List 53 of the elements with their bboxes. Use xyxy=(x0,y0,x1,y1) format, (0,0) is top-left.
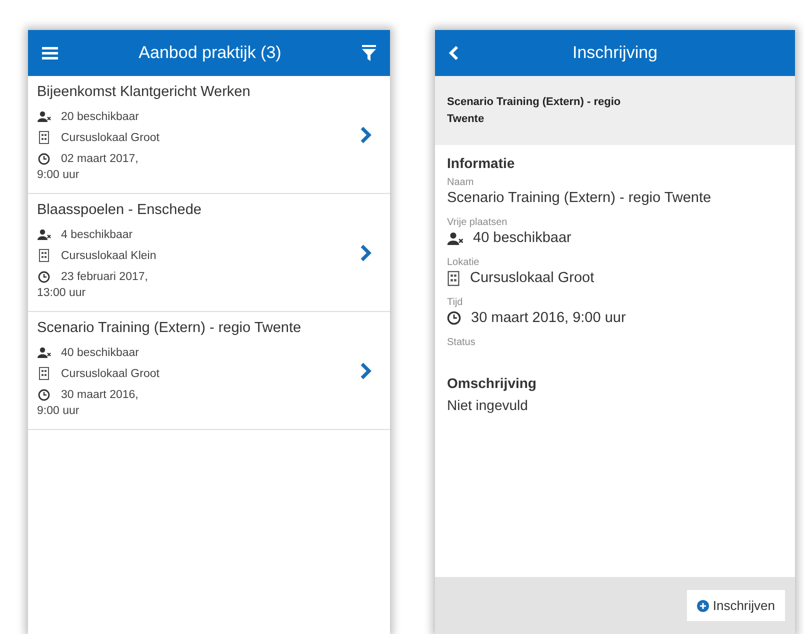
people-icon xyxy=(37,229,51,240)
chevron-right-icon[interactable] xyxy=(360,244,372,262)
section-heading: Omschrijving xyxy=(447,375,538,391)
filter-icon[interactable] xyxy=(362,45,376,61)
places-text: 4 beschikbaar xyxy=(61,228,133,240)
field-label: Vrije plaatsen xyxy=(447,217,508,228)
time-text: 9:00 uur xyxy=(37,169,80,181)
field-value: Scenario Training (Extern) - regio Twente xyxy=(447,190,712,206)
clock-icon xyxy=(37,270,51,282)
places-text: 40 beschikbaar xyxy=(61,346,139,358)
field-value: 30 maart 2016, 9:00 uur xyxy=(471,310,626,326)
clock-icon xyxy=(37,152,51,164)
places-text: 20 beschikbaar xyxy=(61,110,139,122)
field-label: Lokatie xyxy=(447,257,480,268)
menu-icon[interactable] xyxy=(42,46,58,60)
course-list-item[interactable]: Bijeenkomst Klantgericht Werken 20 beschikbaar Cursuslokaal Groot 02 maart 2017, 9:00 uur xyxy=(28,76,390,194)
field-label: Status xyxy=(447,337,476,348)
clock-icon xyxy=(37,388,51,400)
back-icon[interactable] xyxy=(449,45,459,61)
field-label: Tijd xyxy=(447,297,464,308)
plus-circle-icon xyxy=(696,600,709,612)
date-text: 30 maart 2016, xyxy=(61,388,138,400)
field-value: 40 beschikbaar xyxy=(473,230,572,246)
location-text: Cursuslokaal Groot xyxy=(61,368,160,380)
building-icon xyxy=(37,131,51,144)
building-icon xyxy=(447,270,460,286)
people-icon xyxy=(447,232,463,244)
screen-title: Aanbod praktijk (3) xyxy=(138,43,282,63)
chevron-right-icon[interactable] xyxy=(360,362,372,380)
date-text: 02 maart 2017, xyxy=(61,152,138,164)
course-list-item[interactable]: Blaasspoelen - Enschede 4 beschikbaar Cursuslokaal Klein 23 februari 2017, 13:00 uur xyxy=(28,194,390,312)
building-icon xyxy=(37,367,51,380)
time-text: 9:00 uur xyxy=(37,405,80,417)
section-heading: Informatie xyxy=(447,155,516,171)
course-title: Scenario Training (Extern) - regio Twente xyxy=(37,320,302,336)
chevron-right-icon[interactable] xyxy=(360,126,372,144)
field-label: Naam xyxy=(447,177,475,188)
course-title: Blaasspoelen - Enschede xyxy=(37,202,202,218)
enroll-button[interactable]: Inschrijven xyxy=(686,590,785,621)
people-icon xyxy=(37,111,51,122)
location-text: Cursuslokaal Klein xyxy=(61,250,156,262)
field-value: Cursuslokaal Groot xyxy=(470,270,594,286)
course-list-item[interactable]: Scenario Training (Extern) - regio Twente 40 beschikbaar Cursuslokaal Groot 30 maart 2016, 9:00 uur xyxy=(28,312,390,430)
people-icon xyxy=(37,347,51,358)
location-text: Cursuslokaal Groot xyxy=(61,132,160,144)
description-text: Niet ingevuld xyxy=(447,397,529,413)
time-text: 13:00 uur xyxy=(37,287,87,299)
clock-icon xyxy=(447,311,461,325)
date-text: 23 februari 2017, xyxy=(61,270,148,282)
course-title: Bijeenkomst Klantgericht Werken xyxy=(37,84,252,100)
building-icon xyxy=(37,249,51,262)
course-subtitle: Scenario Training (Extern) - regio Twente xyxy=(447,95,622,126)
screen-title: Inschrijving xyxy=(571,43,659,63)
